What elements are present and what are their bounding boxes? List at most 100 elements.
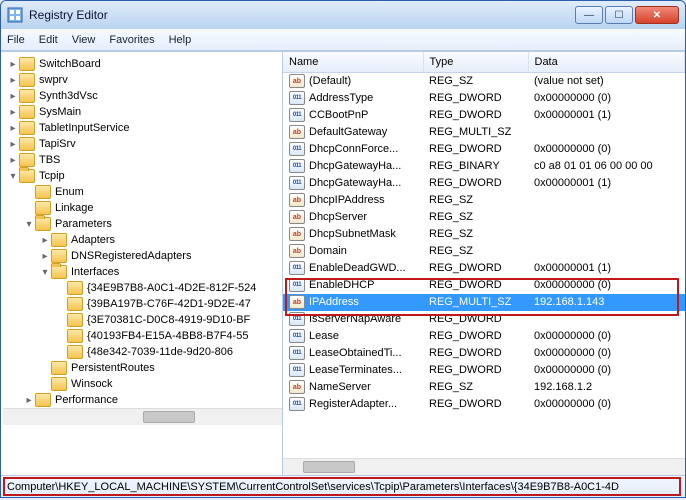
tree-item[interactable]: ▸Synth3dVsc	[3, 88, 282, 104]
tree-item-label: Performance	[55, 394, 118, 406]
tree-item[interactable]: ▸swprv	[3, 72, 282, 88]
chevron-right-icon[interactable]: ▸	[7, 106, 19, 118]
value-type: REG_MULTI_SZ	[423, 124, 528, 141]
value-name: Lease	[309, 330, 339, 342]
value-data: 0x00000000 (0)	[528, 141, 685, 158]
chevron-right-icon[interactable]: ▸	[39, 234, 51, 246]
tree-item[interactable]: ▸DNSRegisteredAdapters	[3, 248, 282, 264]
titlebar[interactable]: Registry Editor — ☐ ✕	[1, 1, 685, 29]
value-row[interactable]: DhcpIPAddressREG_SZ	[283, 192, 685, 209]
value-row[interactable]: DhcpConnForce...REG_DWORD0x00000000 (0)	[283, 141, 685, 158]
chevron-right-icon[interactable]: ▸	[23, 394, 35, 406]
close-button[interactable]: ✕	[635, 6, 679, 24]
tree-item[interactable]: ▸ Performance	[3, 392, 282, 408]
chevron-right-icon[interactable]: ▸	[7, 122, 19, 134]
minimize-button[interactable]: —	[575, 6, 603, 24]
menu-view[interactable]: View	[72, 34, 96, 46]
value-row[interactable]: NameServerREG_SZ192.168.1.2	[283, 379, 685, 396]
value-type: REG_SZ	[423, 243, 528, 260]
chevron-down-icon[interactable]: ▾	[7, 170, 19, 182]
value-data: 192.168.1.143	[528, 294, 685, 311]
chevron-right-icon[interactable]: ▸	[7, 90, 19, 102]
tree-item[interactable]: Winsock	[3, 376, 282, 392]
folder-icon	[19, 169, 35, 183]
tree-item[interactable]: ▸ Adapters	[3, 232, 282, 248]
value-row[interactable]: LeaseObtainedTi...REG_DWORD0x00000000 (0…	[283, 345, 685, 362]
tree-item[interactable]: PersistentRoutes	[3, 360, 282, 376]
binary-value-icon	[289, 397, 305, 411]
col-header-type[interactable]: Type	[423, 52, 528, 72]
scrollbar-horizontal[interactable]	[3, 408, 282, 425]
chevron-down-icon[interactable]: ▾	[39, 266, 51, 278]
tree-item[interactable]: Enum	[3, 184, 282, 200]
value-data: 0x00000000 (0)	[528, 277, 685, 294]
value-row[interactable]: LeaseREG_DWORD0x00000000 (0)	[283, 328, 685, 345]
col-header-name[interactable]: Name	[283, 52, 423, 72]
value-name: RegisterAdapter...	[309, 398, 397, 410]
tree-item[interactable]: {48e342-7039-11de-9d20-806	[3, 344, 282, 360]
tree-item-label: Adapters	[71, 234, 115, 246]
tree-item[interactable]: ▾Tcpip	[3, 168, 282, 184]
tree-item-label: Interfaces	[71, 266, 119, 278]
value-type: REG_DWORD	[423, 90, 528, 107]
value-data: 192.168.1.2	[528, 379, 685, 396]
col-header-data[interactable]: Data	[528, 52, 685, 72]
menu-file[interactable]: File	[7, 34, 25, 46]
chevron-right-icon[interactable]: ▸	[7, 58, 19, 70]
value-row[interactable]: (Default)REG_SZ(value not set)	[283, 72, 685, 90]
value-name: (Default)	[309, 75, 351, 87]
tree-item[interactable]: ▸TBS	[3, 152, 282, 168]
tree-item[interactable]: ▸SysMain	[3, 104, 282, 120]
folder-icon	[35, 185, 51, 199]
menu-favorites[interactable]: Favorites	[109, 34, 154, 46]
tree-item[interactable]: ▸TabletInputService	[3, 120, 282, 136]
tree-item[interactable]: {40193FB4-E15A-4BB8-B7F4-55	[3, 328, 282, 344]
value-row[interactable]: IsServerNapAwareREG_DWORD	[283, 311, 685, 328]
tree-item[interactable]: {3E70381C-D0C8-4919-9D10-BF	[3, 312, 282, 328]
menu-help[interactable]: Help	[169, 34, 192, 46]
tree-pane[interactable]: ▸SwitchBoard▸swprv▸Synth3dVsc▸SysMain▸Ta…	[1, 52, 283, 475]
chevron-right-icon[interactable]: ▸	[39, 250, 51, 262]
value-row[interactable]: DhcpSubnetMaskREG_SZ	[283, 226, 685, 243]
value-data	[528, 209, 685, 226]
folder-icon	[19, 105, 35, 119]
chevron-right-icon[interactable]: ▸	[7, 154, 19, 166]
scrollbar-horizontal[interactable]	[283, 458, 685, 475]
string-value-icon	[289, 244, 305, 258]
maximize-button[interactable]: ☐	[605, 6, 633, 24]
value-data	[528, 311, 685, 328]
value-row[interactable]: RegisterAdapter...REG_DWORD0x00000000 (0…	[283, 396, 685, 413]
tree-item[interactable]: {34E9B7B8-A0C1-4D2E-812F-524	[3, 280, 282, 296]
tree-item[interactable]: ▸TapiSrv	[3, 136, 282, 152]
statusbar: Computer\HKEY_LOCAL_MACHINE\SYSTEM\Curre…	[1, 475, 685, 497]
value-row[interactable]: IPAddressREG_MULTI_SZ192.168.1.143	[283, 294, 685, 311]
value-row[interactable]: EnableDeadGWD...REG_DWORD0x00000001 (1)	[283, 260, 685, 277]
tree-item[interactable]: {39BA197B-C76F-42D1-9D2E-47	[3, 296, 282, 312]
tree-item[interactable]: Linkage	[3, 200, 282, 216]
string-value-icon	[289, 227, 305, 241]
value-row[interactable]: DhcpGatewayHa...REG_BINARYc0 a8 01 01 06…	[283, 158, 685, 175]
spacer-icon	[55, 314, 67, 326]
folder-icon	[35, 201, 51, 215]
chevron-down-icon[interactable]: ▾	[23, 218, 35, 230]
tree-item[interactable]: ▾Parameters	[3, 216, 282, 232]
value-row[interactable]: DefaultGatewayREG_MULTI_SZ	[283, 124, 685, 141]
chevron-right-icon[interactable]: ▸	[7, 74, 19, 86]
tree-item[interactable]: ▾ Interfaces	[3, 264, 282, 280]
value-row[interactable]: EnableDHCPREG_DWORD0x00000000 (0)	[283, 277, 685, 294]
string-value-icon	[289, 193, 305, 207]
values-pane[interactable]: Name Type Data (Default)REG_SZ(value not…	[283, 52, 685, 475]
chevron-right-icon[interactable]: ▸	[7, 138, 19, 150]
value-name: DhcpGatewayHa...	[309, 160, 401, 172]
menu-edit[interactable]: Edit	[39, 34, 58, 46]
value-row[interactable]: DhcpServerREG_SZ	[283, 209, 685, 226]
value-name: DhcpGatewayHa...	[309, 177, 401, 189]
value-row[interactable]: DhcpGatewayHa...REG_DWORD0x00000001 (1)	[283, 175, 685, 192]
value-row[interactable]: DomainREG_SZ	[283, 243, 685, 260]
tree-item[interactable]: ▸ SwitchBoard	[3, 56, 282, 72]
tree-item-label: SwitchBoard	[39, 58, 101, 70]
value-row[interactable]: CCBootPnPREG_DWORD0x00000001 (1)	[283, 107, 685, 124]
folder-icon	[51, 377, 67, 391]
value-row[interactable]: LeaseTerminates...REG_DWORD0x00000000 (0…	[283, 362, 685, 379]
value-row[interactable]: AddressTypeREG_DWORD0x00000000 (0)	[283, 90, 685, 107]
